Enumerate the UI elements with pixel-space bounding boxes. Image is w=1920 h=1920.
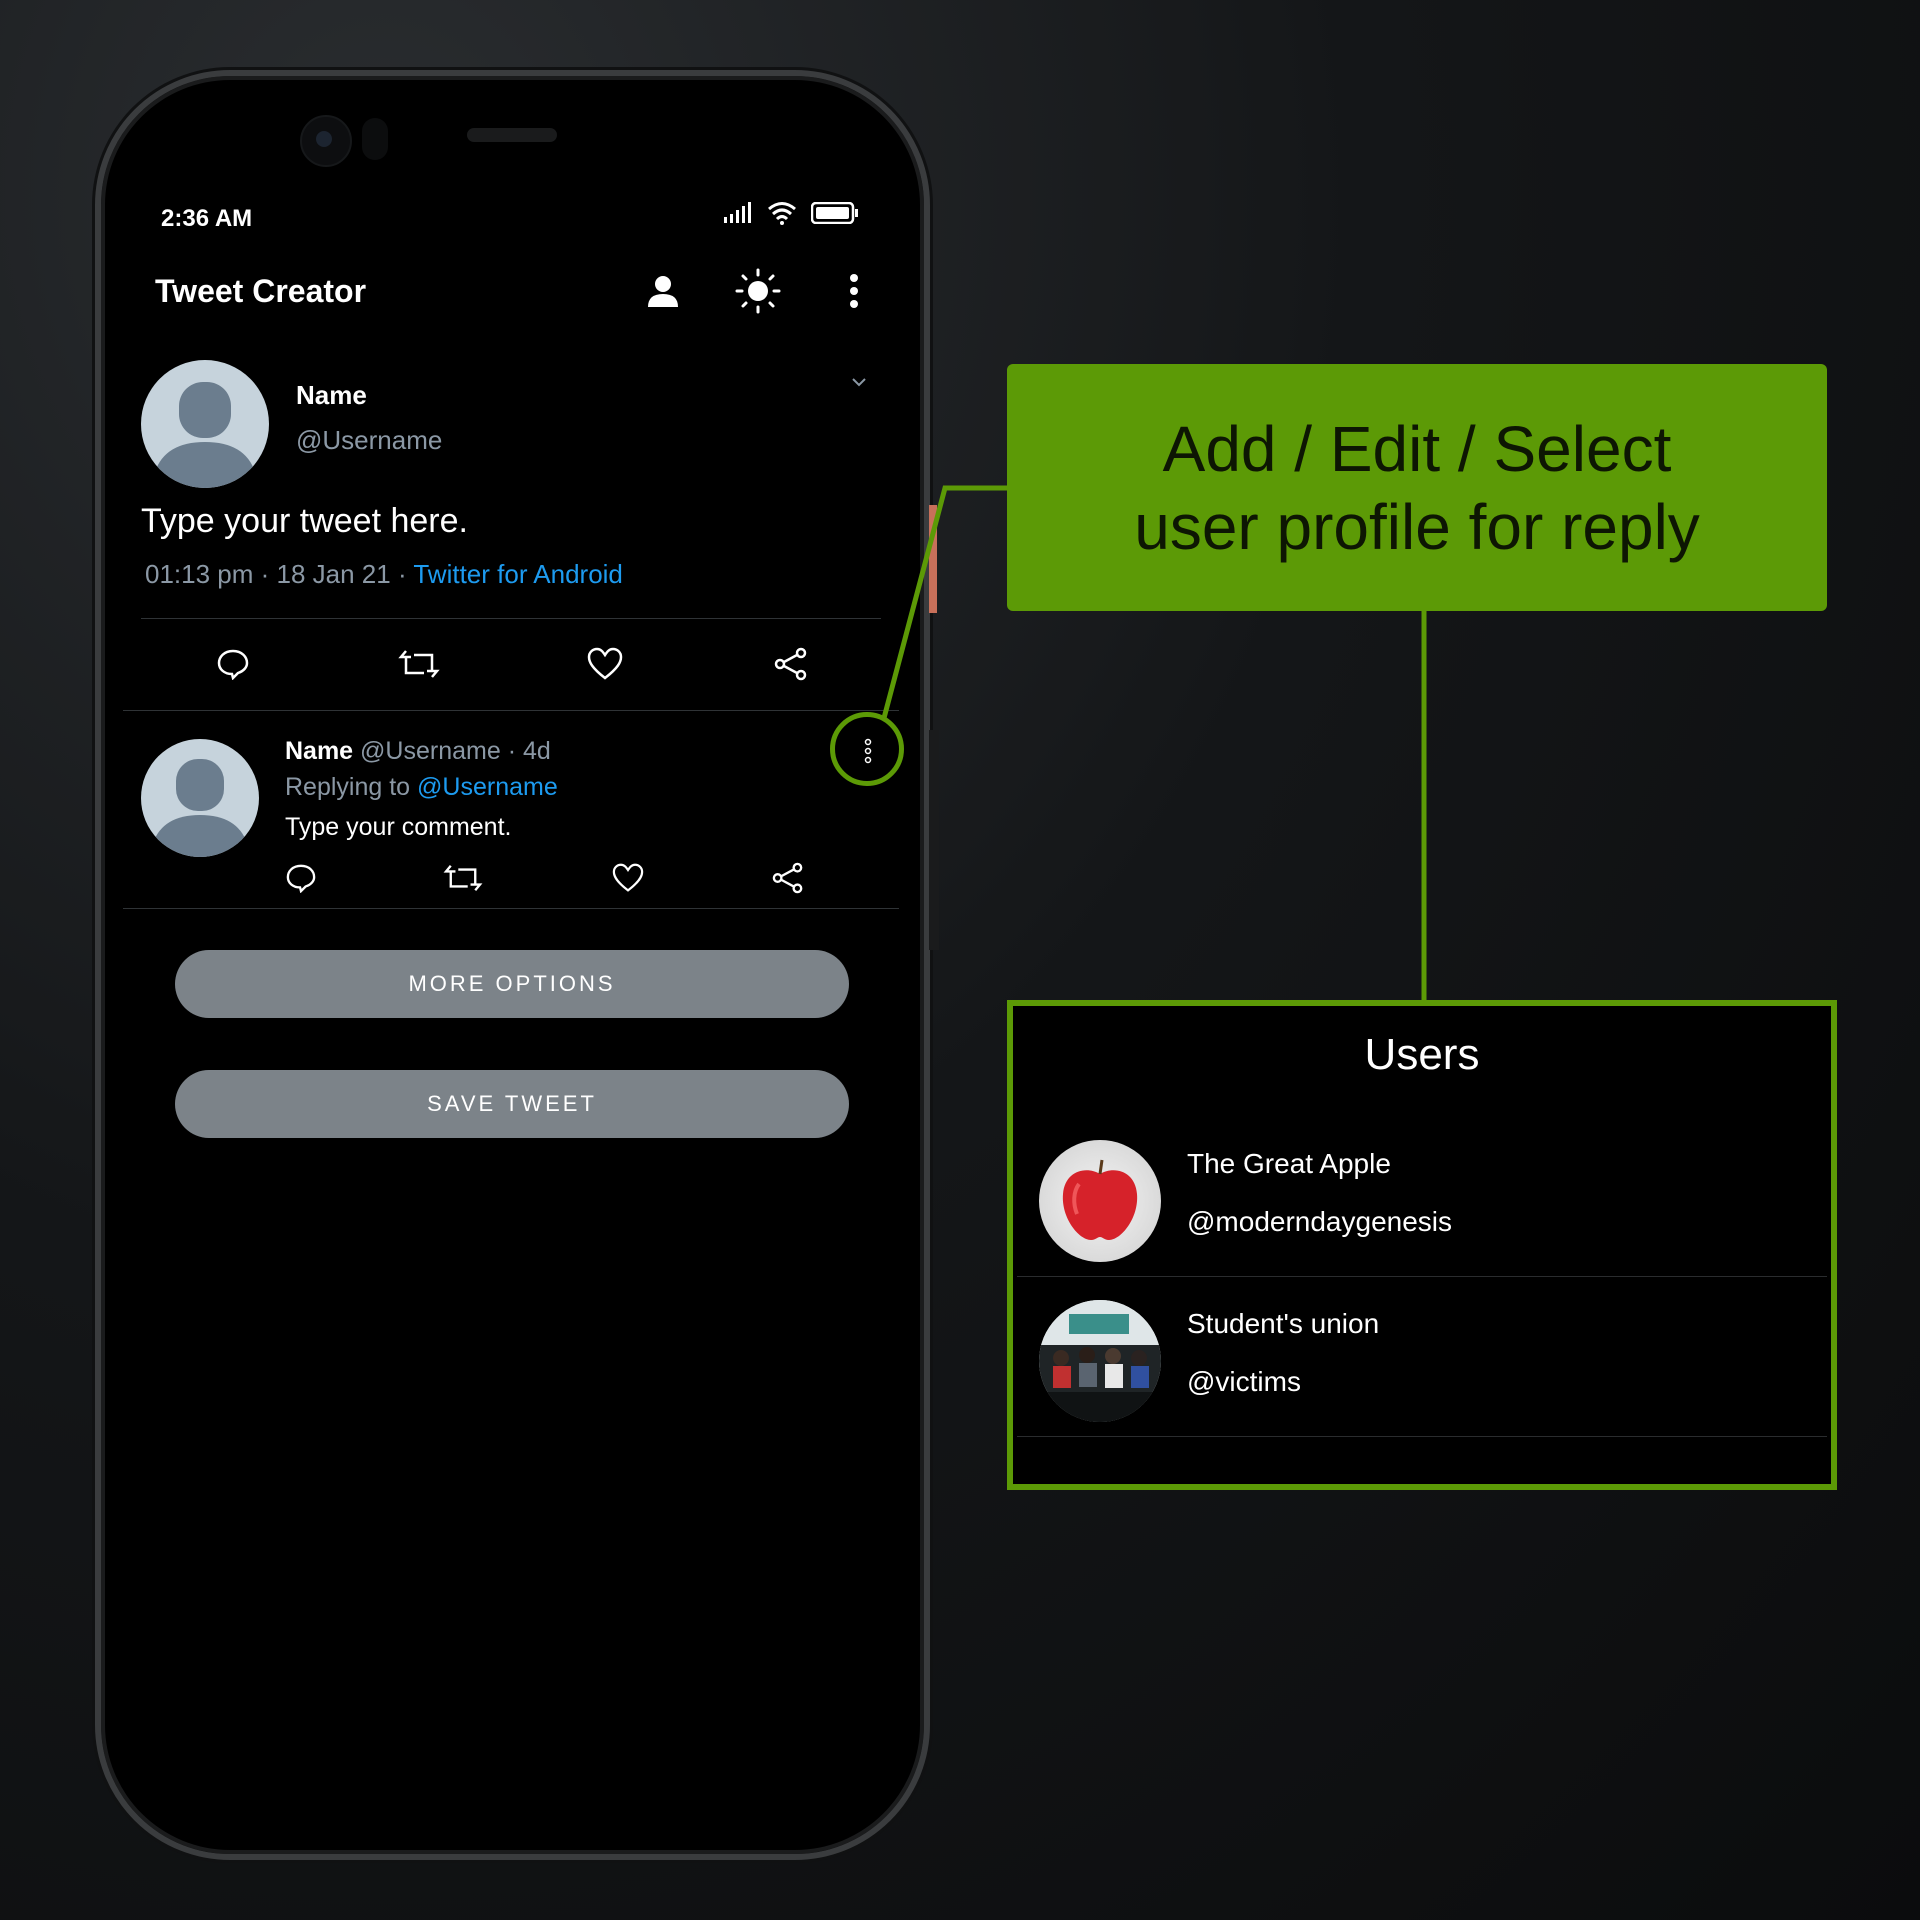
user-name: Student's union [1187, 1308, 1380, 1339]
user-row[interactable]: The Great Apple @moderndaygenesis [1017, 1116, 1827, 1277]
callout-line-2: user profile for reply [1134, 490, 1700, 563]
user-handle: @victims [1187, 1366, 1301, 1397]
classroom-avatar [1039, 1300, 1161, 1422]
users-title: Users [1364, 1030, 1480, 1079]
user-handle: @moderndaygenesis [1187, 1206, 1453, 1237]
callout-line-1: Add / Edit / Select [1162, 412, 1672, 485]
feature-callout: Add / Edit / Select user profile for rep… [1007, 364, 1827, 611]
callout-connector [881, 485, 1427, 1000]
user-name: The Great Apple [1187, 1148, 1391, 1179]
users-panel: Users The Great Apple @moderndaygenesis [1007, 1000, 1837, 1490]
apple-avatar [1039, 1140, 1161, 1262]
user-row[interactable]: Student's union @victims [1017, 1276, 1827, 1437]
